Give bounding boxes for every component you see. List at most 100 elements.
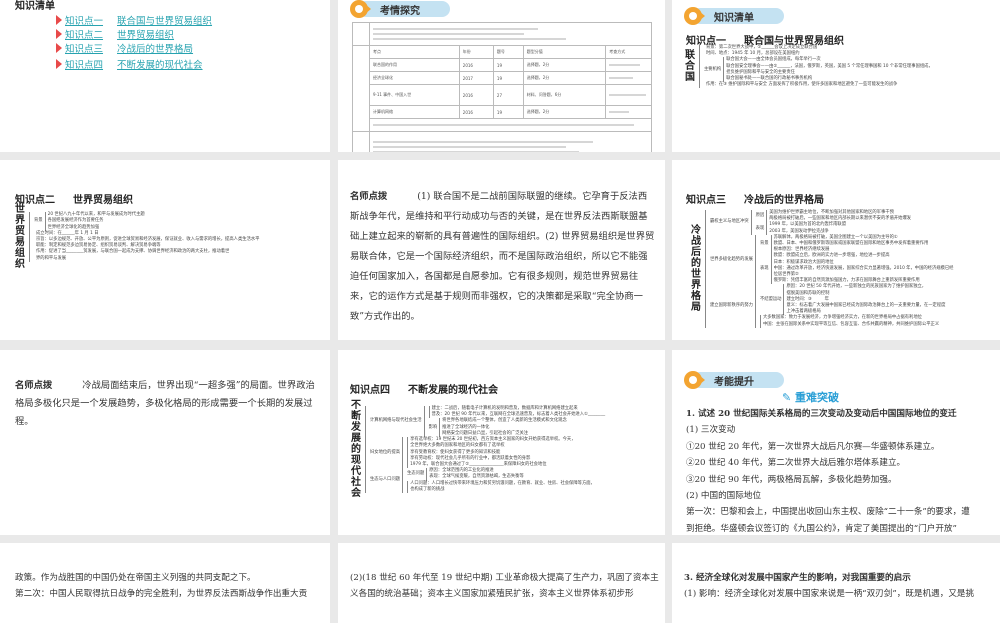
toc-num: 知识点四 (65, 60, 104, 71)
badge-label: 考能提升 (714, 377, 754, 388)
slide-ability[interactable]: 考能提升 ✎ 重难突破 1. 试述 20 世纪国际关系格局的三次变动及变动后中国… (672, 350, 1000, 535)
map-subgroup: 原因 美国为维护世界霸主地位，不断加强对其他国家和地区的军事干预 两极格局被打破后，… (754, 210, 911, 223)
table-row: 联合国的作用 2016 19 选择题，2分 (353, 58, 652, 72)
cell: 选择题，2分 (522, 105, 607, 119)
map-group: 作用：在③ 维护国际和平与安全 方面发挥了积极作用，使许多国家和地区避免了一些可… (702, 82, 933, 88)
slide-teacher-tip-2[interactable]: 名师点拨 冷战局面结束后，世界出现“一超多强”的局面。世界政治格局多极化只是一个发… (0, 350, 330, 535)
map-group: 成立时间：在______年 1 月 1 日宗旨：以多边规范、开放、公平为原则，促… (32, 231, 259, 262)
map-subgroup: 不结盟运动 原因：20 世纪 50 年代开始，一些新独立的民族国家为了维护国家独立… (758, 284, 945, 316)
toc-link-2[interactable]: 知识点二 世界贸易组织 (56, 27, 174, 41)
toc-link-3[interactable]: 知识点三 冷战后的世界格局 (56, 41, 193, 55)
cell: 材料、问答题，6分 (522, 84, 607, 106)
slide-teacher-tip-1[interactable]: 名师点拨 (1) 联合国不是二战前国际联盟的继续。它孕育于反法西斯战争年代，是维持… (338, 160, 665, 340)
section-badge: 考能提升 (684, 371, 784, 389)
badge-label: 考情探究 (380, 6, 420, 17)
heading-num: 知识点四 (350, 385, 390, 396)
map-lines: 成立时间：在______年 1 月 1 日宗旨：以多边规范、开放、公平为原则，促… (34, 231, 259, 262)
slide-cold-war[interactable]: 知识点三 冷战后的世界格局 冷战后的世界格局 霸权主义与地区冲突 原因 美国为维护世界霸… (672, 160, 1000, 340)
cell: 2017 (458, 71, 494, 85)
map-lines: 欧盟：欧盟成立后，欧洲的实力进一步增强，地位进一步提高 日本：积极谋求政治大国的地… (770, 253, 953, 285)
table-row: 计算机网络 2016 19 选择题，2分 (353, 105, 652, 119)
map-subgroup: 表现 欧盟：欧盟成立后，欧洲的实力进一步增强，地位进一步提高 日本：积极谋求政治大国… (758, 253, 953, 285)
map-group-label: 生态与人口问题 (370, 477, 401, 483)
map-lines: 作用：在③ 维护国际和平与安全 方面发挥了积极作用，使许多国家和地区避免了一些可… (704, 82, 897, 88)
heading: 知识点四 不断发展的现代社会 (350, 381, 498, 396)
toc-link-1[interactable]: 知识点一 联合国与世界贸易组织 (56, 13, 212, 27)
map-lines: 享有选举权：19 世纪末 20 世纪初，西方资本主义国家的妇女开始获得选举权。今… (407, 437, 576, 469)
map-group: 主要机构 联合国大会——由全体会员国组成，每年举行一次 联合国安全理事会——由②__… (702, 57, 933, 83)
map-lines: 20 世纪八九十年代以来，和平与发展成为时代主题 各国把发展经济作为首要任务 世界经… (44, 212, 145, 231)
slide-un[interactable]: 知识清单 知识点一 联合国与世界贸易组织 联合国 背景：第二次世界大战中，①____… (672, 0, 1000, 152)
table-header: 题号 (492, 45, 524, 59)
map-lines: 背景：第二次世界大战中，①______会议上决定成立联合国 时间、地点：1945 … (704, 45, 817, 57)
mind-map: 冷战后的世界格局 霸权主义与地区冲突 原因 美国为维护世界霸主地位，不断加强对其他国家… (690, 210, 953, 328)
map-lines: 人口问题：人口增长过快带来环境压力和贫穷饥饿问题，在教育、就业、住房、社会保障等… (407, 480, 595, 493)
map-group: 计算机网络与现代社会生活 建立：二战后，随着电子计算机的发明和普及，数据库和计算机… (368, 406, 605, 438)
toc-link-4[interactable]: 知识点四 不断发展的现代社会 (56, 57, 203, 71)
slide-row4-2[interactable]: (2)(18 世纪 60 年代至 19 世纪中期) 工业革命极大提高了生产力，巩… (338, 543, 665, 623)
map-subgroup: 大多数国家：致力于发展经济，力争增强经济实力，在新的世界格局中占据有利地位 中国：… (758, 315, 945, 328)
map-lines: 联合国大会——由全体会员国组成，每年举行一次 联合国安全理事会——由②______… (723, 57, 933, 83)
badge-label: 知识清单 (714, 13, 754, 24)
map-group: 背景：第二次世界大战中，①______会议上决定成立联合国 时间、地点：1945 … (702, 45, 933, 57)
map-title: 世界贸易组织 (15, 204, 25, 270)
cell: 19 (492, 58, 524, 72)
map-sub-label: 生态问题 (407, 471, 425, 477)
slide-row4-3[interactable]: 3. 经济全球化对发展中国家产生的影响，对我国重要的启示 (1) 影响：经济全球… (672, 543, 1000, 623)
toc-num: 知识点一 (65, 16, 104, 27)
map-sub-label: 表现 (755, 225, 765, 231)
cell: 经济全球化 (369, 71, 460, 85)
subtitle-text: 重难突破 (795, 391, 840, 404)
slide-exam-analysis[interactable]: 考情探究 考点 年份 题号 题型分值 考查方式 联合国的作用 2016 19 选择题，… (338, 0, 665, 152)
slide-row4-1[interactable]: 政策。作为战胜国的中国仍处在帝国主义列强的共同支配之下。 第二次：中国人民取得抗… (0, 543, 330, 623)
section-badge: 考情探究 (350, 0, 450, 18)
question-line: (1) 三次变动 (686, 425, 736, 436)
map-subgroup: 建立：二战后，随着电子计算机的发明和普及，数据库和计算机网络建立起来 普及：20 … (427, 406, 605, 419)
map-subgroups: 原因 美国为维护世界霸主地位，不断加强对其他国家和地区的军事干预 两极格局被打破后，… (750, 210, 911, 235)
map-sub-label: 不结盟运动 (759, 296, 782, 302)
mind-map: 世界贸易组织 背景 20 世纪八九十年代以来，和平与发展成为时代主题 各国把发展经济作… (14, 204, 259, 270)
map-subgroup: 生态问题 原因：全球范围内的工业化的推进 表现：全球气候变暖，自然资源枯竭，生态失衡… (405, 468, 595, 481)
map-group: 建立国际新秩序的努力 不结盟运动 原因：20 世纪 50 年代开始，一些新独立的民族… (708, 284, 953, 328)
map-group-label: 背景 (34, 218, 43, 224)
map-groups: 计算机网络与现代社会生活 建立：二战后，随着电子计算机的发明和普及，数据库和计算机… (365, 406, 605, 493)
table-header: 年份 (458, 45, 494, 59)
map-line: 也构成了新的挑战 (410, 486, 445, 492)
cell: 2016 (458, 84, 494, 106)
map-group: 世界多极化趋势的发展 背景 苏联解体，两极格局被打破，美国企图建立一个以美国为主导的… (708, 234, 953, 285)
map-lines: 建立：二战后，随着电子计算机的发明和普及，数据库和计算机网络建立起来 普及：20 … (428, 406, 605, 419)
map-group: 生态与人口问题 生态问题 原因：全球范围内的工业化的推进 表现：全球气候变暖，自然资源… (368, 468, 605, 493)
slide-toc[interactable]: 知识清单 知识点一 联合国与世界贸易组织 知识点二 世界贸易组织 知识点三 冷战后的世… (0, 0, 330, 152)
teacher-tip: 名师点拨 冷战局面结束后，世界出现“一超多强”的局面。世界政治格局多极化只是一个发… (15, 377, 320, 431)
map-subgroup: 表现 1999 年，以美国为首的北约轰炸南联盟 2003 年，美国发动伊拉克战争 (754, 222, 911, 235)
body-text: (2)(18 世纪 60 年代至 19 世纪中期) 工业革命极大提高了生产力，巩… (350, 570, 659, 602)
slide-modern-society[interactable]: 知识点四 不断发展的现代社会 不断发展的现代社会 计算机网络与现代社会生活 建立：二战… (338, 350, 665, 535)
map-line: 界的和平与发展 (36, 255, 67, 261)
cell: 计算机网络 (369, 105, 460, 119)
slide-wto[interactable]: 知识点二 世界贸易组织 世界贸易组织 背景 20 世纪八九十年代以来，和平与发展成为时… (0, 160, 330, 340)
map-subgroups: 享有选举权：19 世纪末 20 世纪初，西方资本主义国家的妇女开始获得选举权。今… (402, 437, 576, 469)
map-lines: 原因：20 世纪 50 年代开始，一些新独立的民族国家为了维护国家独立， 摆脱美国… (783, 284, 945, 316)
map-line: 作用：在③ 维护国际和平与安全 方面发挥了积极作用，使许多国家和地区避免了一些可… (706, 82, 898, 88)
question-line: 到拒绝。华盛顿会议签订的《九国公约》，肯定了美国提出的“门户开放” (686, 523, 957, 534)
map-title: 不断发展的现代社会 (351, 400, 361, 499)
map-group: 背景 20 世纪八九十年代以来，和平与发展成为时代主题 各国把发展经济作为首要任务世… (32, 212, 259, 231)
map-group-label: 霸权主义与地区冲突 (710, 219, 749, 225)
toc-label: 联合国与世界贸易组织 (117, 16, 213, 27)
cell: 选择题，2分 (522, 58, 607, 72)
map-lines: 将世界各地联结成一个整体，创造了人类新的生活模式和文化观念 推进了全球经济的一体化… (439, 418, 567, 438)
table-header: 题型分值 (522, 45, 607, 59)
question-line: 1. 试述 20 世纪国际关系格局的三次变动及变动后中国国际地位的变迁 (686, 409, 957, 419)
map-sub-label: 原因 (755, 213, 765, 219)
map-sub-label: 影响 (428, 424, 438, 430)
toc-num: 知识点二 (65, 30, 104, 41)
map-lines: 大多数国家：致力于发展经济，力争增强经济实力，在新的世界格局中占据有利地位 中国：… (759, 315, 939, 328)
text-line: 3. 经济全球化对发展中国家产生的影响，对我国重要的启示 (684, 573, 911, 583)
map-group-label: 妇女地位的提高 (370, 449, 401, 455)
map-groups: 霸权主义与地区冲突 原因 美国为维护世界霸主地位，不断加强对其他国家和地区的军事干预… (705, 210, 953, 328)
map-group-label: 建立国际新秩序的努力 (710, 303, 753, 309)
slide-title: 知识清单 (15, 1, 55, 12)
heading-text: 冷战后的世界格局 (744, 195, 824, 206)
cell: 19 (492, 105, 524, 119)
cell: 选择题，2分 (522, 71, 607, 85)
